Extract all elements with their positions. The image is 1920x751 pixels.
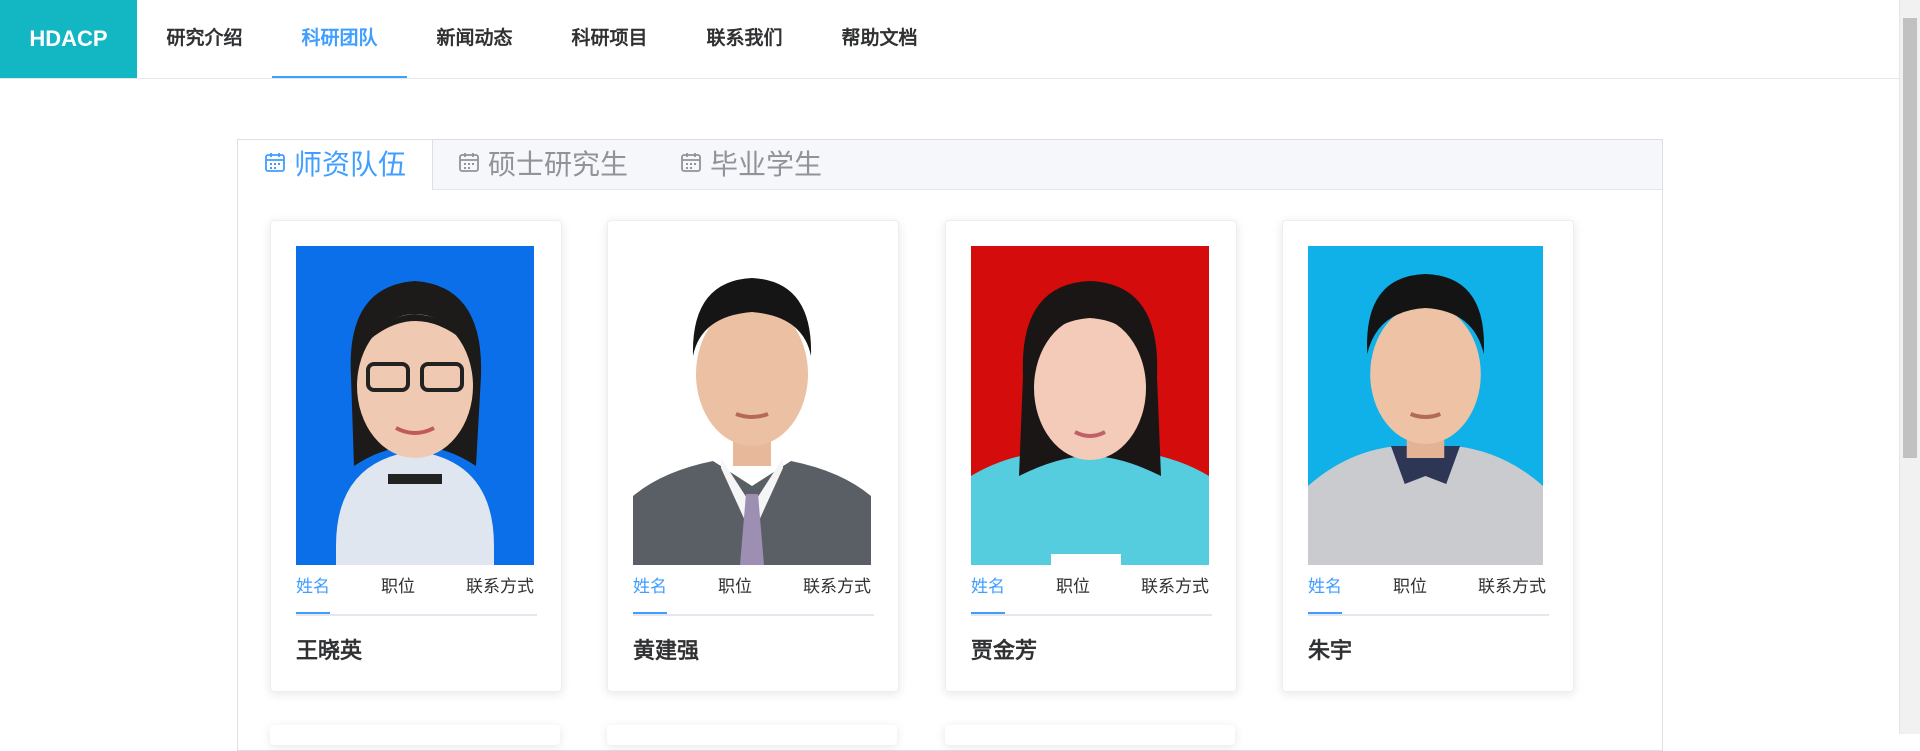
faculty-card-partial[interactable] bbox=[607, 725, 897, 745]
portrait-photo bbox=[296, 246, 534, 565]
nav-news[interactable]: 新闻动态 bbox=[407, 0, 542, 76]
info-tabs: 姓名 职位 联系方式 bbox=[296, 569, 537, 616]
info-tab-contact[interactable]: 联系方式 bbox=[1478, 569, 1546, 612]
info-tab-position[interactable]: 职位 bbox=[381, 569, 415, 612]
brand-logo[interactable]: HDACP bbox=[0, 0, 137, 78]
top-navbar: HDACP 研究介绍 科研团队 新闻动态 科研项目 联系我们 帮助文档 bbox=[0, 0, 1900, 79]
faculty-card-partial[interactable] bbox=[270, 725, 560, 745]
info-tabs: 姓名 职位 联系方式 bbox=[971, 569, 1212, 616]
page-scrollbar[interactable] bbox=[1899, 0, 1920, 734]
tab-faculty-label: 师资队伍 bbox=[294, 148, 407, 181]
person-name: 黄建强 bbox=[633, 639, 700, 664]
info-tab-contact[interactable]: 联系方式 bbox=[803, 569, 871, 612]
faculty-card[interactable]: 姓名 职位 联系方式 黄建强 bbox=[607, 220, 899, 692]
info-tab-contact[interactable]: 联系方式 bbox=[1141, 569, 1209, 612]
calendar-icon bbox=[458, 139, 480, 188]
info-tab-name[interactable]: 姓名 bbox=[296, 569, 330, 614]
tab-graduates[interactable]: 毕业学生 bbox=[680, 140, 822, 189]
info-tab-position[interactable]: 职位 bbox=[718, 569, 752, 612]
tab-graduates-label: 毕业学生 bbox=[710, 148, 823, 181]
info-tab-name[interactable]: 姓名 bbox=[633, 569, 667, 614]
nav-research-intro[interactable]: 研究介绍 bbox=[137, 0, 272, 76]
faculty-card-partial[interactable] bbox=[945, 725, 1235, 745]
person-name: 王晓英 bbox=[296, 639, 363, 664]
info-tab-name[interactable]: 姓名 bbox=[971, 569, 1005, 614]
info-tab-position[interactable]: 职位 bbox=[1056, 569, 1090, 612]
tab-masters[interactable]: 硕士研究生 bbox=[458, 140, 628, 189]
info-tab-contact[interactable]: 联系方式 bbox=[466, 569, 534, 612]
tabs-header: 师资队伍 硕士研究生 毕业学生 bbox=[238, 140, 1662, 190]
info-tab-position[interactable]: 职位 bbox=[1393, 569, 1427, 612]
info-tab-name[interactable]: 姓名 bbox=[1308, 569, 1342, 614]
nav-help-docs[interactable]: 帮助文档 bbox=[812, 0, 947, 76]
faculty-card[interactable]: 姓名 职位 联系方式 朱宇 bbox=[1282, 220, 1574, 692]
person-name: 朱宇 bbox=[1308, 639, 1353, 664]
scrollbar-thumb[interactable] bbox=[1903, 18, 1917, 458]
person-name: 贾金芳 bbox=[971, 639, 1038, 664]
nav-research-team[interactable]: 科研团队 bbox=[272, 0, 407, 78]
tab-masters-label: 硕士研究生 bbox=[488, 148, 629, 181]
tab-faculty[interactable]: 师资队伍 bbox=[238, 140, 433, 190]
calendar-icon bbox=[680, 139, 702, 188]
info-tabs: 姓名 职位 联系方式 bbox=[633, 569, 874, 616]
info-tabs: 姓名 职位 联系方式 bbox=[1308, 569, 1549, 616]
nav-projects[interactable]: 科研项目 bbox=[542, 0, 677, 76]
calendar-icon bbox=[264, 139, 286, 188]
portrait-photo bbox=[1308, 246, 1543, 565]
portrait-photo bbox=[633, 246, 871, 565]
nav-contact[interactable]: 联系我们 bbox=[677, 0, 812, 76]
portrait-photo bbox=[971, 246, 1209, 565]
faculty-card[interactable]: 姓名 职位 联系方式 贾金芳 bbox=[945, 220, 1237, 692]
faculty-card[interactable]: 姓名 职位 联系方式 王晓英 bbox=[270, 220, 562, 692]
